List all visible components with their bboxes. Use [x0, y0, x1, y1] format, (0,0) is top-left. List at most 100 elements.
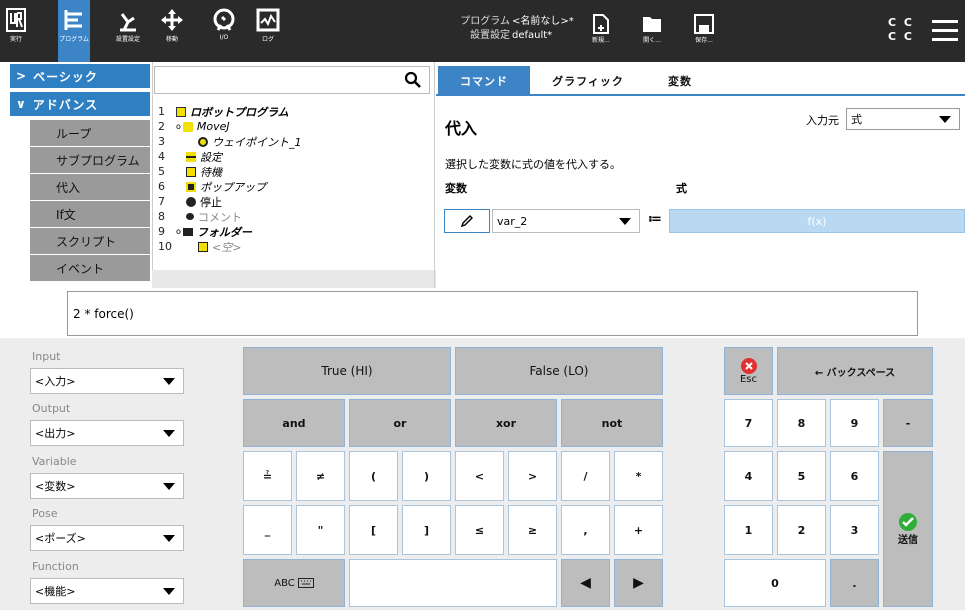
numpad-0[interactable]: 0: [724, 559, 826, 607]
tree-row[interactable]: 4 設定: [158, 149, 222, 164]
nav-item-event[interactable]: イベント: [30, 255, 150, 281]
numpad-dot[interactable]: .: [830, 559, 879, 607]
less-than-key[interactable]: <: [455, 451, 504, 501]
comma-key[interactable]: ,: [561, 505, 610, 555]
space-key[interactable]: [349, 559, 557, 607]
tree-row[interactable]: 2 o MoveJ: [158, 119, 230, 134]
nav-item-assignment[interactable]: 代入: [30, 174, 150, 200]
output-value: <出力>: [35, 427, 76, 440]
underscore-key[interactable]: _: [243, 505, 292, 555]
key-label: 9: [850, 416, 859, 430]
numpad-9[interactable]: 9: [830, 399, 879, 447]
not-equals-key[interactable]: ≠: [296, 451, 345, 501]
nav-item-if[interactable]: If文: [30, 201, 150, 227]
close-bracket-key[interactable]: ]: [402, 505, 451, 555]
not-key[interactable]: not: [561, 399, 663, 447]
nav-item-script[interactable]: スクリプト: [30, 228, 150, 254]
and-key[interactable]: and: [243, 399, 345, 447]
abc-keyboard-key[interactable]: ABC: [243, 559, 345, 607]
expression-header: 式: [676, 182, 687, 195]
numpad-6[interactable]: 6: [830, 451, 879, 501]
numpad-1[interactable]: 1: [724, 505, 773, 555]
numpad-7[interactable]: 7: [724, 399, 773, 447]
or-key-label: or: [393, 416, 407, 430]
tree-row[interactable]: 9 o フォルダー: [158, 224, 252, 239]
false-key[interactable]: False (LO): [455, 347, 663, 395]
greater-than-key[interactable]: >: [508, 451, 557, 501]
tree-row[interactable]: 6 ポップアップ: [158, 179, 266, 194]
new-file-icon: [592, 14, 609, 34]
xor-key-label: xor: [495, 416, 517, 430]
save-button[interactable]: 保存...: [694, 14, 714, 44]
expression-field[interactable]: f(x): [669, 209, 965, 233]
numpad-3[interactable]: 3: [830, 505, 879, 555]
numpad-8[interactable]: 8: [777, 399, 826, 447]
tab-variables[interactable]: 変数: [650, 66, 710, 96]
hamburger-menu-icon[interactable]: [932, 20, 958, 41]
function-select[interactable]: <機能>: [30, 578, 184, 604]
send-key[interactable]: 送信: [883, 451, 933, 607]
nav-item-subprogram[interactable]: サブプログラム: [30, 147, 150, 173]
multiply-key[interactable]: *: [614, 451, 663, 501]
variable-field-select[interactable]: <変数>: [30, 473, 184, 499]
stop-hand-icon: [186, 196, 196, 207]
tree-row[interactable]: 10 <空>: [158, 239, 241, 254]
tree-search-input[interactable]: [154, 66, 430, 94]
tree-row[interactable]: 1 ロボットプログラム: [158, 104, 289, 119]
or-key[interactable]: or: [349, 399, 451, 447]
tab-io[interactable]: I/O: [210, 0, 238, 62]
tab-run[interactable]: 実行: [4, 0, 28, 62]
variable-field-value: <変数>: [35, 480, 76, 493]
key-label: -: [905, 416, 911, 430]
tab-command[interactable]: コマンド: [438, 66, 530, 96]
numpad-5[interactable]: 5: [777, 451, 826, 501]
dropdown-arrow-icon: [163, 482, 175, 490]
key-label: /: [583, 469, 588, 483]
dropdown-arrow-icon: [163, 429, 175, 437]
source-select[interactable]: 式: [846, 108, 960, 130]
numpad-minus[interactable]: -: [883, 399, 933, 447]
true-key[interactable]: True (HI): [243, 347, 451, 395]
plus-key[interactable]: +: [614, 505, 663, 555]
xor-key[interactable]: xor: [455, 399, 557, 447]
tab-log[interactable]: ログ: [254, 0, 282, 62]
cursor-right-key[interactable]: ▶: [614, 559, 663, 607]
tree-row-label: ウェイポイント_1: [212, 135, 302, 149]
open-bracket-key[interactable]: [: [349, 505, 398, 555]
tab-move[interactable]: 移動: [158, 0, 186, 62]
expression-input[interactable]: 2 * force(): [67, 291, 918, 336]
tree-row[interactable]: 8 コメント: [158, 209, 242, 224]
new-button[interactable]: 新規...: [592, 14, 610, 44]
numpad-4[interactable]: 4: [724, 451, 773, 501]
input-select[interactable]: <入力>: [30, 368, 184, 394]
cursor-left-key[interactable]: ◀: [561, 559, 610, 607]
tab-graphics[interactable]: グラフィック: [536, 66, 640, 96]
close-paren-key[interactable]: ): [402, 451, 451, 501]
tree-row-number: 10: [158, 240, 172, 253]
equals-key[interactable]: ≟: [243, 451, 292, 501]
divide-key[interactable]: /: [561, 451, 610, 501]
tree-row[interactable]: 5 待機: [158, 164, 222, 179]
key-label: ≟: [262, 469, 273, 483]
tree-row[interactable]: 3 ウェイポイント_1: [158, 134, 302, 149]
quote-key[interactable]: ": [296, 505, 345, 555]
move-arrows-icon: [161, 9, 183, 31]
numpad-2[interactable]: 2: [777, 505, 826, 555]
nav-item-loop[interactable]: ループ: [30, 120, 150, 146]
variable-select[interactable]: var_2: [492, 209, 640, 233]
tree-row[interactable]: 7 停止: [158, 194, 222, 209]
open-button[interactable]: 開く...: [642, 14, 662, 44]
output-select[interactable]: <出力>: [30, 420, 184, 446]
edit-variable-button[interactable]: [444, 209, 490, 233]
esc-key[interactable]: Esc: [724, 347, 773, 395]
pose-select[interactable]: <ポーズ>: [30, 525, 184, 551]
search-icon[interactable]: [404, 71, 422, 89]
tab-installation[interactable]: 設置設定: [112, 0, 144, 62]
tab-program[interactable]: プログラム: [58, 0, 90, 62]
nav-advanced[interactable]: ∨ アドバンス: [10, 92, 150, 116]
backspace-key[interactable]: ← バックスペース: [777, 347, 933, 395]
greater-equal-key[interactable]: ≥: [508, 505, 557, 555]
less-equal-key[interactable]: ≤: [455, 505, 504, 555]
nav-basic[interactable]: > ベーシック: [10, 64, 150, 88]
open-paren-key[interactable]: (: [349, 451, 398, 501]
